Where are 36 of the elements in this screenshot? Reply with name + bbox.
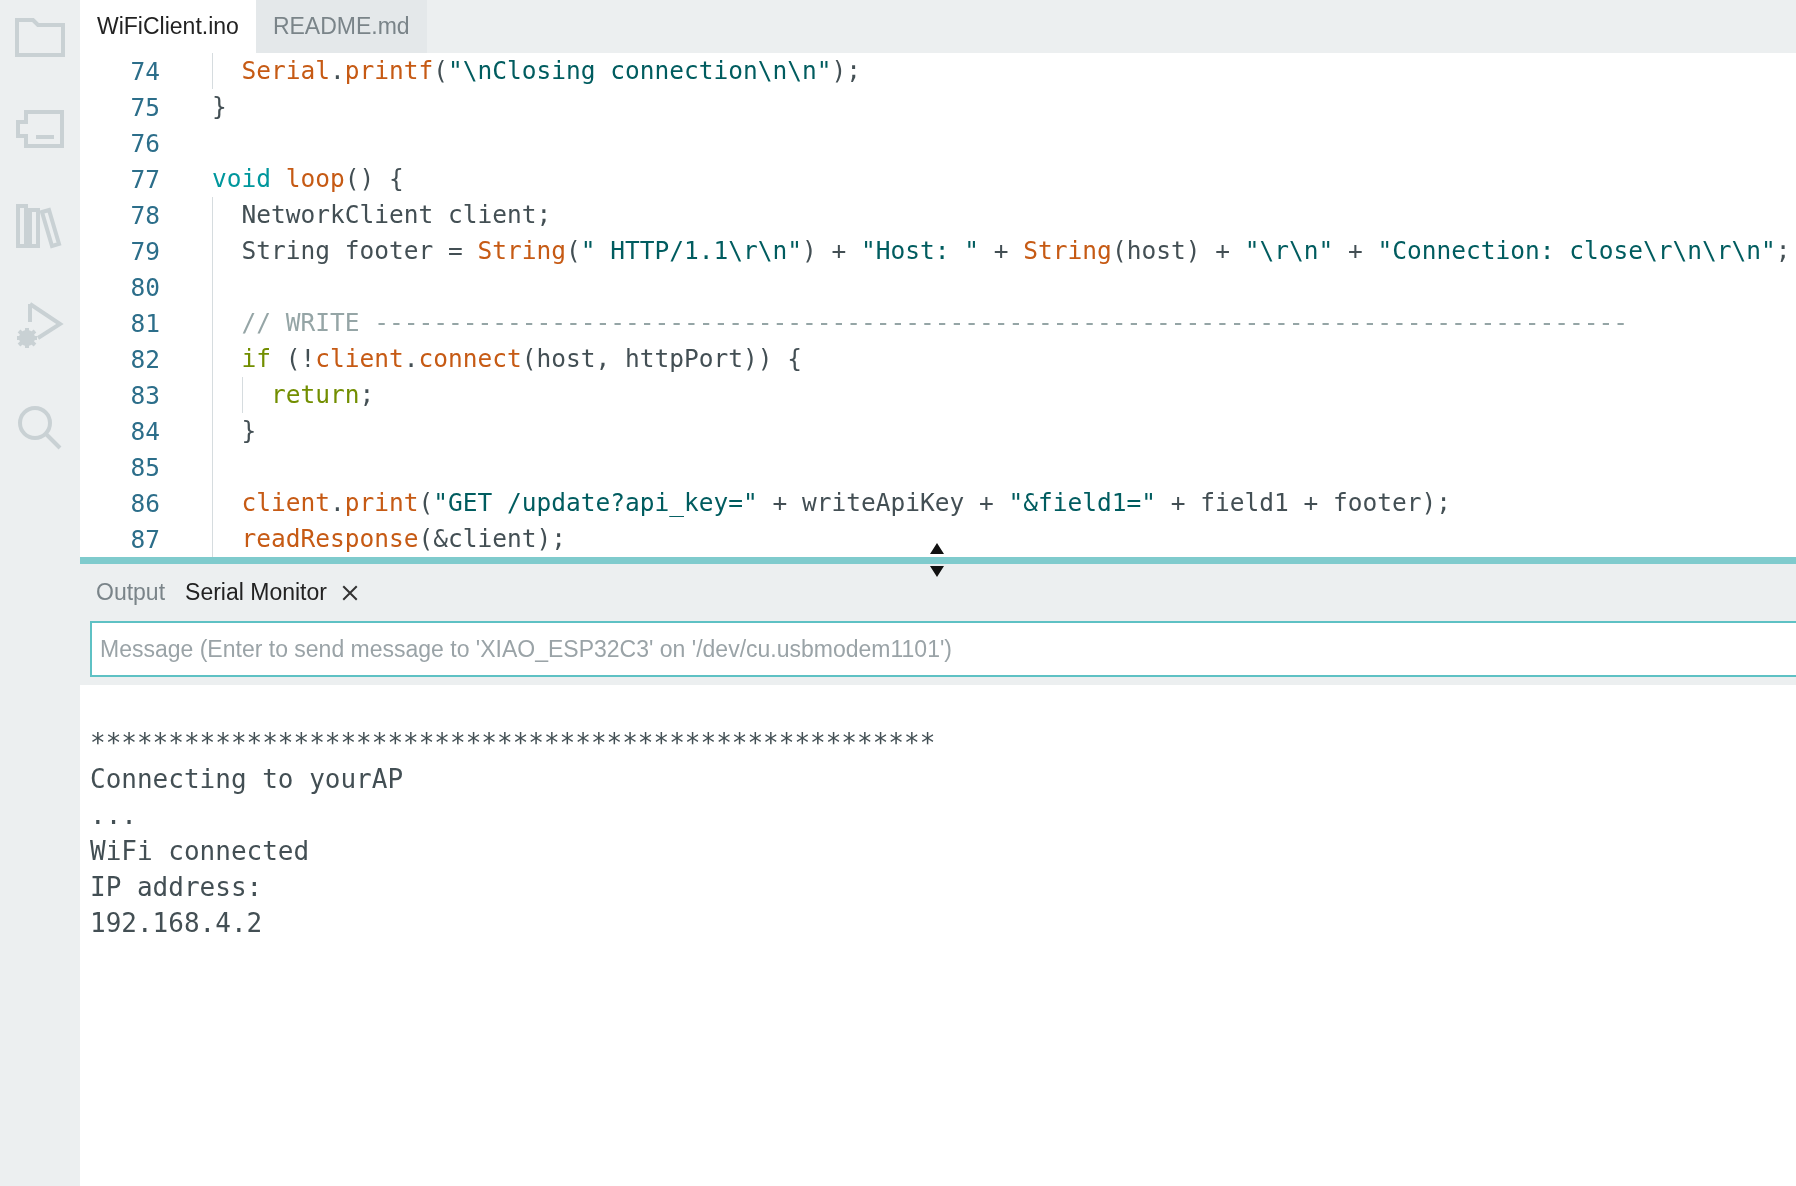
file-tab[interactable]: WiFiClient.ino (80, 0, 256, 53)
code-line: } (240, 416, 257, 445)
line-number: 77 (129, 164, 160, 194)
code-line: if (!client.connect(host, httpPort)) { (240, 344, 803, 373)
output-line: Connecting to yourAP (90, 763, 404, 796)
resize-arrows-icon[interactable] (929, 542, 945, 578)
line-number: 79 (129, 236, 160, 266)
output-line: 192.168.4.2 (90, 907, 263, 940)
output-line: ****************************************************** (90, 727, 936, 760)
line-number: 85 (129, 452, 160, 482)
code-line: Serial.printf("\nClosing connection\n\n"); (240, 56, 862, 85)
line-number: 78 (129, 200, 160, 230)
output-line: WiFi connected (90, 835, 310, 868)
code-line: client.print("GET /update?api_key=" + writeApiKey + "&field1=" + field1 + footer); (240, 488, 1452, 517)
line-number: 87 (129, 524, 160, 554)
code-line: } (212, 92, 227, 121)
line-number: 80 (129, 272, 160, 302)
line-number: 76 (129, 128, 160, 158)
line-number: 81 (129, 308, 160, 338)
line-number: 82 (129, 344, 160, 374)
line-number: 74 (129, 56, 160, 86)
code-line: String footer = String(" HTTP/1.1\r\n") + "Host: " + String(host) + "\r\n" + "Connection: close\r\n\r\n"; (240, 236, 1791, 265)
line-number: 86 (129, 488, 160, 518)
message-field[interactable]: Message (Enter to send message to 'XIAO_ESP32C3' on '/dev/cu.usbmodem1101') (90, 621, 1796, 677)
line-number: 83 (129, 380, 160, 410)
output-line: IP address: (90, 871, 263, 904)
code-line: // WRITE ------------------------------------------------------------------------------------- (240, 308, 1629, 337)
panel-tab[interactable]: Serial Monitor (185, 575, 359, 610)
line-number: 75 (129, 92, 160, 122)
code-line: return; (270, 380, 375, 409)
output-line: ... (90, 799, 137, 832)
code-line: void loop() { (212, 164, 404, 193)
code-line: NetworkClient client; (240, 200, 552, 229)
close-icon[interactable] (340, 583, 359, 602)
line-number: 84 (129, 416, 160, 446)
code-line: readResponse(&client); (240, 524, 567, 553)
